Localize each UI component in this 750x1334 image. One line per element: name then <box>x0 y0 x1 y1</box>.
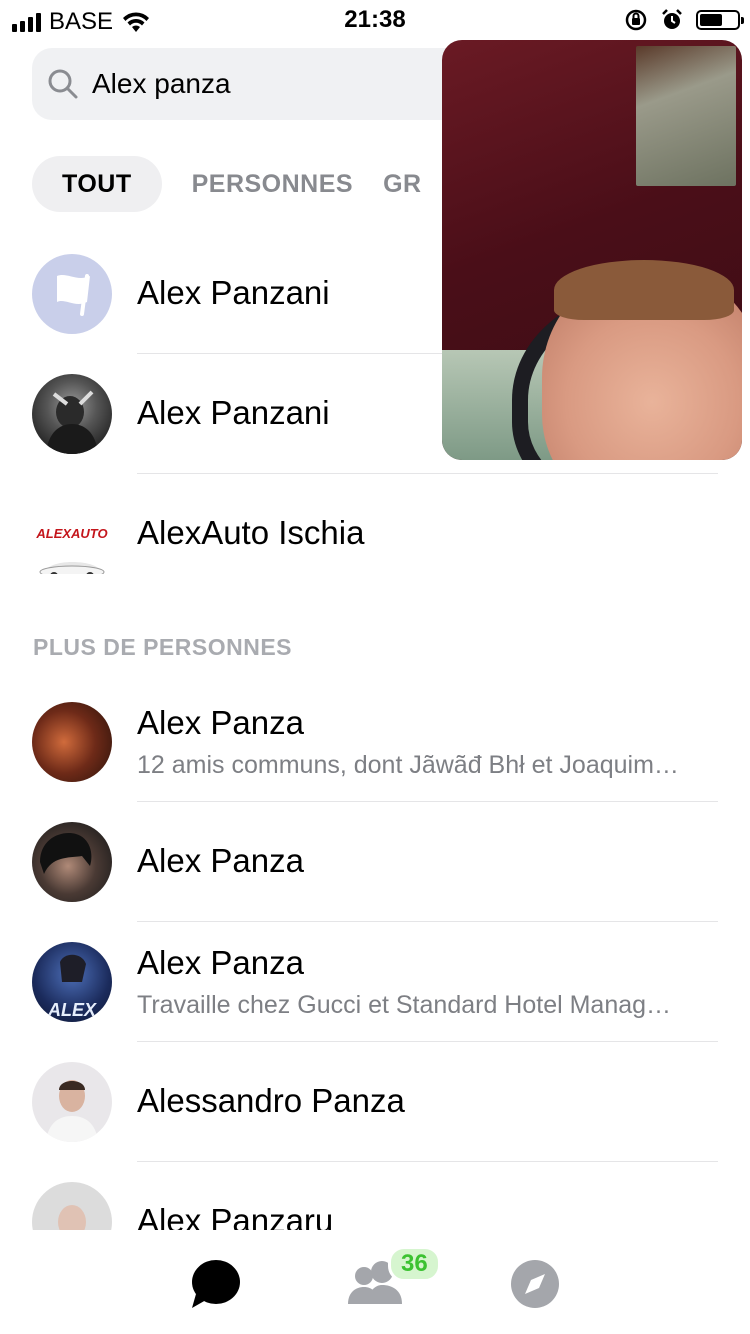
filter-tabs: TOUT PERSONNES GR <box>32 156 422 212</box>
list-item[interactable]: ALEXAUTO AlexAuto Ischia <box>0 474 750 594</box>
person-photo <box>40 833 92 874</box>
avatar <box>32 1062 112 1142</box>
svg-text:ALEX: ALEX <box>47 1000 97 1020</box>
self-view-pip[interactable] <box>636 46 736 186</box>
avatar <box>32 822 112 902</box>
list-item[interactable]: Alex Panza 12 amis communs, dont Jãwãđ B… <box>0 682 750 802</box>
flag-icon <box>57 274 90 316</box>
video-hair <box>554 260 734 320</box>
contact-name: Alex Panza <box>137 944 304 981</box>
contact-name: Alex Panzani <box>137 274 330 311</box>
avatar <box>32 702 112 782</box>
avatar: ALEXAUTO <box>32 494 112 574</box>
list-item[interactable]: Alex Panzaru <box>0 1162 750 1230</box>
status-bar: BASE 21:38 <box>0 0 750 40</box>
person-photo <box>46 390 98 454</box>
tab-tout[interactable]: TOUT <box>32 156 162 212</box>
people-badge: 36 <box>388 1246 441 1282</box>
list-item[interactable]: ALEX Alex Panza Travaille chez Gucci et … <box>0 922 750 1042</box>
alarm-icon <box>662 9 682 29</box>
list-item[interactable]: Alex Panza <box>0 802 750 922</box>
svg-text:ALEXAUTO: ALEXAUTO <box>35 526 107 541</box>
rotation-lock-icon <box>625 9 647 31</box>
avatar <box>32 374 112 454</box>
avatar: ALEX <box>32 942 112 1022</box>
contact-name: Alex Panza <box>137 704 304 741</box>
person-photo <box>58 1205 86 1230</box>
compass-icon[interactable] <box>505 1254 565 1314</box>
list-item[interactable]: Alessandro Panza <box>0 1042 750 1162</box>
tab-personnes[interactable]: PERSONNES <box>192 156 353 212</box>
contact-name: Alessandro Panza <box>137 1082 405 1119</box>
section-title: PLUS DE PERSONNES <box>33 634 292 660</box>
search-icon <box>48 69 78 99</box>
contact-name: AlexAuto Ischia <box>137 514 365 551</box>
chat-bubble-icon[interactable] <box>186 1254 246 1314</box>
bottom-nav <box>0 1230 750 1334</box>
avatar <box>32 1182 112 1230</box>
contact-name: Alex Panza <box>137 842 304 879</box>
person-photo: ALEX <box>47 954 97 1020</box>
person-photo <box>46 1080 98 1142</box>
tab-groupes[interactable]: GR <box>383 156 422 212</box>
battery-icon <box>696 10 744 30</box>
contact-subtitle: Travaille chez Gucci et Standard Hotel M… <box>137 991 672 1019</box>
avatar <box>32 254 112 334</box>
contact-name: Alex Panzaru <box>137 1202 334 1230</box>
video-call-overlay[interactable] <box>442 40 742 460</box>
contact-subtitle: 12 amis communs, dont Jãwãđ Bhł et Joaqu… <box>137 751 679 779</box>
contact-name: Alex Panzani <box>137 394 330 431</box>
car-logo: ALEXAUTO <box>35 526 108 574</box>
